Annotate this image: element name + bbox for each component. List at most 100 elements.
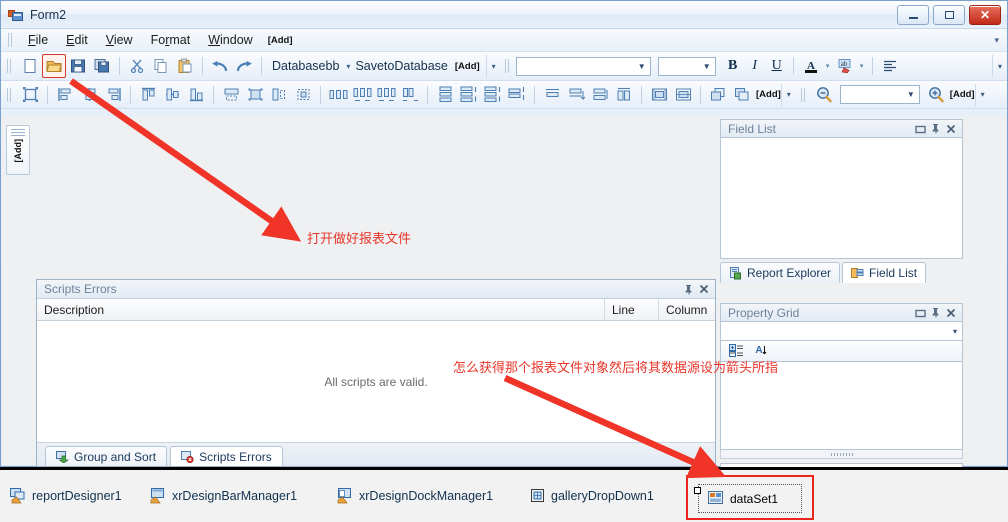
- restore-icon[interactable]: [913, 122, 928, 136]
- pin-icon[interactable]: [928, 122, 943, 136]
- make-horizontal-spacing-equal-icon[interactable]: [326, 83, 350, 107]
- save-to-database-button[interactable]: SavetoDatabase: [350, 59, 452, 73]
- save-all-icon[interactable]: [90, 54, 114, 78]
- make-same-height-icon[interactable]: [267, 83, 291, 107]
- menu-item-window[interactable]: Window: [199, 31, 261, 49]
- property-grid-splitter[interactable]: [720, 450, 963, 459]
- paste-icon[interactable]: [173, 54, 197, 78]
- toolbar-grip-zoom[interactable]: [800, 87, 807, 102]
- toolbar-grip-standard[interactable]: [7, 59, 13, 73]
- tab-field-list[interactable]: Field List: [842, 262, 927, 283]
- align-rights-icon[interactable]: [101, 83, 125, 107]
- maximize-button[interactable]: [933, 5, 965, 25]
- remove-vertical-spacing-icon[interactable]: [505, 83, 529, 107]
- menu-item-view[interactable]: View: [97, 31, 142, 49]
- database-button[interactable]: Databasebb: [267, 59, 344, 73]
- italic-button[interactable]: I: [744, 55, 766, 77]
- font-name-combo[interactable]: ▼: [515, 56, 651, 76]
- size-to-fit-icon[interactable]: [291, 83, 315, 107]
- close-icon[interactable]: [943, 306, 958, 320]
- menu-add-tag[interactable]: [Add]: [262, 35, 299, 46]
- open-icon[interactable]: [42, 54, 66, 78]
- highlight-button[interactable]: ab: [833, 54, 857, 78]
- close-icon[interactable]: [696, 282, 711, 296]
- underline-button[interactable]: U: [766, 55, 788, 77]
- increase-horizontal-spacing-icon[interactable]: [350, 83, 374, 107]
- column-header-line[interactable]: Line: [605, 299, 659, 320]
- font-toolbar-overflow[interactable]: ▾: [992, 55, 1007, 77]
- tray-item-gallerydropdown1[interactable]: galleryDropDown1: [530, 488, 654, 504]
- tab-group-and-sort[interactable]: Group and Sort: [45, 446, 168, 466]
- decrease-horizontal-spacing-icon[interactable]: [374, 83, 398, 107]
- close-button[interactable]: ✕: [969, 5, 1001, 25]
- property-grid-object-combo[interactable]: ▾: [720, 321, 963, 341]
- align-tops-icon[interactable]: [136, 83, 160, 107]
- align-centers-icon[interactable]: [77, 83, 101, 107]
- bold-button[interactable]: B: [722, 55, 744, 77]
- property-grid-combo-caret-icon[interactable]: ▾: [953, 327, 957, 336]
- layout-toolbar-overflow[interactable]: ▾: [780, 83, 796, 106]
- align-to-grid-horizontal-icon[interactable]: [647, 83, 671, 107]
- field-list-content[interactable]: [720, 137, 963, 259]
- tray-item-xrdesignbarmanager1[interactable]: xrDesignBarManager1: [150, 488, 297, 504]
- remove-horizontal-spacing-icon[interactable]: [398, 83, 422, 107]
- align-bottoms-icon[interactable]: [184, 83, 208, 107]
- font-color-caret-icon[interactable]: ▾: [823, 62, 833, 70]
- increase-vertical-spacing-icon[interactable]: [457, 83, 481, 107]
- menu-item-file[interactable]: File: [19, 31, 57, 49]
- toolbar-grip-font[interactable]: [504, 59, 511, 73]
- make-same-width-icon[interactable]: [219, 83, 243, 107]
- toolbar-grip-layout[interactable]: [7, 87, 13, 102]
- size-to-grid-icon[interactable]: [18, 83, 42, 107]
- column-header-description[interactable]: Description: [37, 299, 605, 320]
- cut-icon[interactable]: [125, 54, 149, 78]
- zoom-combo[interactable]: ▼: [839, 85, 920, 104]
- tray-item-reportdesigner1[interactable]: reportDesigner1: [10, 488, 122, 504]
- highlight-caret-icon[interactable]: ▾: [857, 62, 867, 70]
- left-dock-strip[interactable]: [Add]: [6, 125, 30, 175]
- menu-item-format[interactable]: Format: [142, 31, 200, 49]
- dataset1-selection-handle[interactable]: [694, 487, 701, 494]
- copy-icon[interactable]: [149, 54, 173, 78]
- center-vertically-icon[interactable]: [564, 83, 588, 107]
- tab-scripts-errors[interactable]: Scripts Errors: [170, 446, 283, 466]
- font-size-combo[interactable]: ▼: [657, 56, 716, 76]
- standard-toolbar-overflow[interactable]: ▾: [485, 55, 501, 77]
- pin-icon[interactable]: [681, 282, 696, 296]
- send-to-back-icon[interactable]: [730, 83, 754, 107]
- bring-to-front-icon[interactable]: [706, 83, 730, 107]
- menu-overflow-icon[interactable]: ▾: [994, 35, 999, 46]
- zoom-in-icon[interactable]: [924, 83, 948, 107]
- zoom-toolbar-add-tag[interactable]: [Add]: [950, 89, 975, 100]
- align-left-icon[interactable]: [878, 54, 902, 78]
- zoom-out-icon[interactable]: [812, 83, 836, 107]
- layout-toolbar-add-tag[interactable]: [Add]: [756, 89, 781, 100]
- save-icon[interactable]: [66, 54, 90, 78]
- center-group-horizontally-icon[interactable]: [588, 83, 612, 107]
- menu-grip[interactable]: [8, 33, 14, 47]
- minimize-button[interactable]: [897, 5, 929, 25]
- column-header-column[interactable]: Column: [659, 299, 715, 320]
- left-dock-tab-label[interactable]: [Add]: [13, 139, 23, 163]
- tab-report-explorer[interactable]: Report Explorer: [720, 262, 841, 283]
- decrease-vertical-spacing-icon[interactable]: [481, 83, 505, 107]
- align-middles-icon[interactable]: [160, 83, 184, 107]
- font-color-button[interactable]: A: [799, 54, 823, 78]
- tray-item-dataset1[interactable]: dataSet1: [698, 484, 802, 513]
- new-icon[interactable]: [18, 54, 42, 78]
- redo-icon[interactable]: [232, 54, 256, 78]
- restore-icon[interactable]: [913, 306, 928, 320]
- align-to-grid-vertical-icon[interactable]: [671, 83, 695, 107]
- align-lefts-icon[interactable]: [53, 83, 77, 107]
- center-horizontally-icon[interactable]: [540, 83, 564, 107]
- menu-item-edit[interactable]: Edit: [57, 31, 97, 49]
- close-icon[interactable]: [943, 122, 958, 136]
- pin-icon[interactable]: [928, 306, 943, 320]
- center-group-vertically-icon[interactable]: [612, 83, 636, 107]
- undo-icon[interactable]: [208, 54, 232, 78]
- save-to-database-add-tag[interactable]: [Add]: [455, 61, 480, 72]
- make-same-size-icon[interactable]: [243, 83, 267, 107]
- scripts-errors-grid-body[interactable]: All scripts are valid.: [37, 321, 715, 442]
- zoom-toolbar-overflow[interactable]: ▾: [974, 83, 990, 106]
- make-vertical-spacing-equal-icon[interactable]: [433, 83, 457, 107]
